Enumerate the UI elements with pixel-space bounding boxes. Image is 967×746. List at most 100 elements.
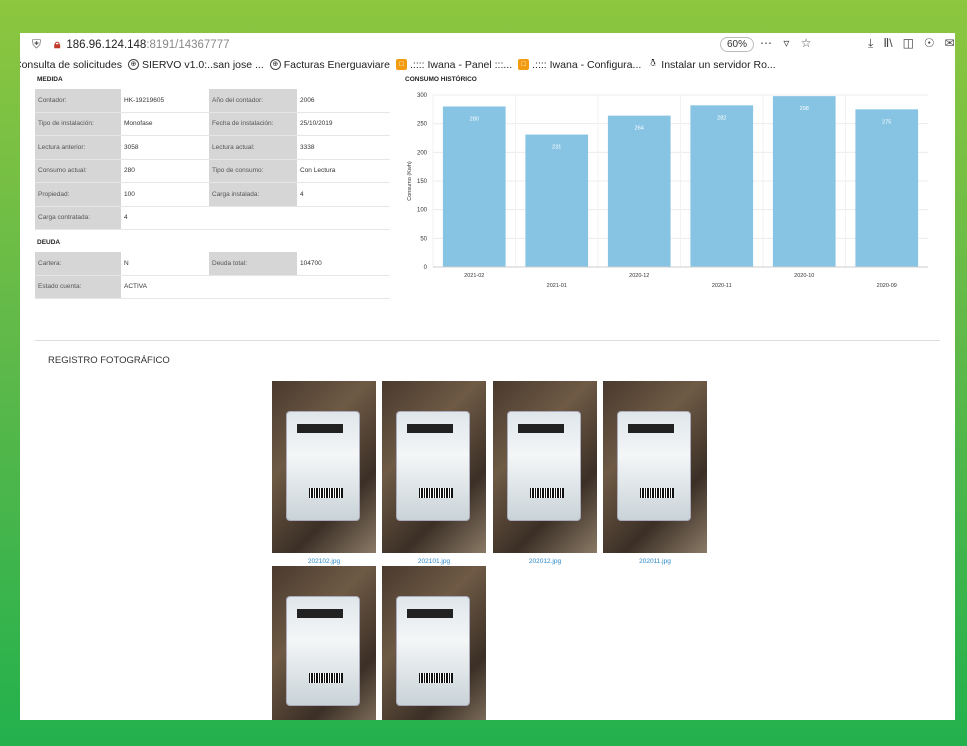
field-value: 25/10/2019: [300, 120, 333, 128]
barcode-graphic: [419, 673, 453, 683]
zoom-level-button[interactable]: 60%: [720, 37, 755, 52]
field-label: Deuda total:: [209, 252, 297, 275]
energy-meter-image: [617, 411, 691, 521]
y-tick-label: 250: [417, 122, 428, 128]
medida-row: Contador: HK-19219605 Año del contador: 200…: [35, 89, 390, 113]
meter-photo[interactable]: [382, 381, 486, 553]
bookmark-facturas[interactable]: ⊕ Facturas Energuaviare: [269, 58, 390, 71]
field-label: Cartera:: [35, 252, 121, 275]
field-label: Propiedad:: [35, 183, 121, 206]
bookmarks-toolbar: Consulta de solicitudes ⊕ SIERVO v1.0:..s…: [20, 56, 955, 73]
bar-2021-02: [442, 106, 506, 267]
url-bar[interactable]: ⛨ 🔒︎ 186.96.124.148:8191/14367777 60% ⋯ …: [20, 33, 955, 56]
meter-photo[interactable]: [382, 566, 486, 720]
field-label: Tipo de instalación:: [35, 112, 121, 135]
field-label: Fecha de instalación:: [209, 112, 297, 135]
bookmark-siervo[interactable]: ⊕ SIERVO v1.0:..san jose ...: [127, 59, 264, 71]
medida-row: Carga contratada: 4: [35, 206, 390, 230]
field-label: Carga instalada:: [209, 183, 297, 206]
divider: [35, 340, 940, 341]
field-value: [297, 207, 390, 230]
toolbar-icons: ⤓ Ⅱ\ ◫ ☉ ✉: [868, 36, 955, 51]
meter-digits: [297, 609, 343, 618]
barcode-graphic: [419, 488, 453, 498]
photo-thumbnail[interactable]: 202012.jpg: [493, 381, 597, 565]
field-value: 280: [124, 167, 135, 175]
field-label: [209, 276, 297, 299]
tracking-shield-icon[interactable]: ⛨: [32, 37, 46, 52]
field-value: 2006: [300, 96, 315, 104]
field-value: 4: [124, 214, 128, 222]
bookmark-label: Instalar un servidor Ro...: [661, 58, 776, 71]
url-path[interactable]: :8191/14367777: [146, 39, 229, 51]
bookmark-consulta[interactable]: Consulta de solicitudes: [20, 59, 122, 71]
energy-meter-image: [396, 411, 470, 521]
chart-svg: 0 50 100 150 200 250 300 Consumo (Kwh) 280 2021-0…: [407, 93, 928, 289]
bookmark-label: Facturas Energuaviare: [283, 58, 390, 71]
barcode-graphic: [640, 488, 674, 498]
meter-digits: [407, 609, 453, 618]
photo-thumbnail[interactable]: 202011.jpg: [603, 381, 707, 565]
field-label: Consumo actual:: [35, 159, 121, 182]
account-icon[interactable]: ☉: [924, 36, 935, 51]
bookmark-iwana-panel[interactable]: □.:::: Iwana - Panel :::...: [396, 59, 512, 71]
photo-thumbnail[interactable]: 202009.jpg: [382, 566, 486, 720]
bar-2020-11: [690, 105, 754, 267]
energy-meter-image: [507, 411, 581, 521]
field-label: [209, 207, 297, 230]
penguin-icon: 🐧︎: [649, 58, 656, 69]
field-value: [297, 276, 390, 299]
bookmark-label: Consulta de solicitudes: [20, 58, 122, 71]
bar-value-label: 275: [882, 119, 891, 125]
deuda-row: Estado cuenta: ACTIVA: [35, 275, 390, 299]
photo-caption-link[interactable]: 202011.jpg: [603, 558, 707, 565]
x-tick-label: 2020-10: [794, 273, 814, 279]
bar-2020-10: [772, 96, 836, 267]
bookmark-instalar[interactable]: 🐧︎ Instalar un servidor Ro...: [647, 58, 776, 71]
x-tick-label: 2020-11: [712, 283, 732, 288]
bar-value-label: 231: [552, 145, 561, 151]
sidebar-icon[interactable]: ◫: [903, 36, 914, 51]
barcode-graphic: [530, 488, 564, 498]
field-value: Monofase: [124, 120, 153, 128]
photo-caption-link[interactable]: 202012.jpg: [493, 558, 597, 565]
energy-meter-image: [396, 596, 470, 706]
download-icon[interactable]: ⤓: [868, 36, 873, 51]
y-tick-label: 100: [417, 208, 428, 214]
url-host[interactable]: 186.96.124.148: [66, 39, 146, 51]
field-label: Carga contratada:: [35, 206, 121, 229]
photo-thumbnail[interactable]: 202010.jpg: [272, 566, 376, 720]
deuda-row: Cartera: N Deuda total: 104700: [35, 252, 390, 276]
bar-2020-12: [607, 115, 671, 267]
browser-window: ⛨ 🔒︎ 186.96.124.148:8191/14367777 60% ⋯ …: [20, 33, 955, 720]
meter-photo[interactable]: [493, 381, 597, 553]
y-tick-label: 50: [420, 236, 427, 242]
field-label: Lectura anterior:: [35, 136, 121, 159]
bookmark-label: .:::: Iwana - Panel :::...: [410, 58, 513, 71]
field-value: HK-19219605: [124, 96, 165, 104]
bar-value-label: 298: [800, 106, 809, 112]
orange-app-icon: □: [396, 59, 407, 70]
meter-photo[interactable]: [272, 566, 376, 720]
meter-photo[interactable]: [603, 381, 707, 553]
meter-digits: [518, 424, 564, 433]
photo-thumbnail[interactable]: 202102.jpg: [272, 381, 376, 565]
deuda-table: Cartera: N Deuda total: 104700 Estado cuenta…: [35, 252, 390, 299]
photo-thumbnail[interactable]: 202101.jpg: [382, 381, 486, 565]
bookmark-iwana-config[interactable]: □.:::: Iwana - Configura...: [518, 59, 641, 71]
insecure-lock-icon[interactable]: 🔒︎: [54, 37, 60, 52]
photo-caption-link[interactable]: 202102.jpg: [272, 558, 376, 565]
barcode-graphic: [309, 673, 343, 683]
library-icon[interactable]: Ⅱ\: [883, 36, 892, 51]
bookmark-label: .:::: Iwana - Configura...: [532, 58, 642, 71]
meter-digits: [407, 424, 453, 433]
page-actions-menu[interactable]: ⋯ ▿ ☆: [760, 36, 815, 50]
x-tick-label: 2021-02: [464, 273, 484, 279]
mail-icon[interactable]: ✉: [945, 36, 955, 51]
meter-photo[interactable]: [272, 381, 376, 553]
x-tick-label: 2020-12: [629, 273, 649, 279]
y-tick-label: 200: [417, 150, 428, 156]
photo-caption-link[interactable]: 202101.jpg: [382, 558, 486, 565]
medida-row: Tipo de instalación: Monofase Fecha de ins…: [35, 112, 390, 136]
info-panel: MEDIDA Contador: HK-19219605 Año del conta…: [35, 73, 390, 299]
